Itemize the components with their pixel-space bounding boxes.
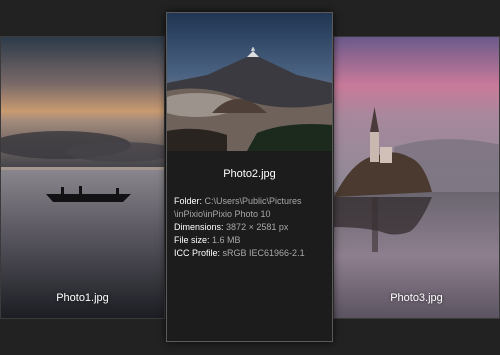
dimensions-row: Dimensions: 3872 × 2581 px [174,221,328,234]
dimensions-value: 3872 × 2581 px [226,222,289,232]
dimensions-label: Dimensions: [174,222,224,232]
photo3-filename: Photo3.jpg [390,292,443,304]
folder-label: Folder: [174,196,203,206]
photo1-filename: Photo1.jpg [56,292,109,304]
icc-profile-value: sRGB IEC61966-2.1 [222,248,305,258]
photo3-thumbnail [334,37,499,318]
photo-card-1[interactable]: Photo1.jpg [0,36,165,319]
folder-value: C:\Users\Public\Pictures [204,196,302,206]
filesize-label: File size: [174,235,210,245]
photo2-thumbnail [167,13,332,151]
photo1-thumbnail [1,37,164,318]
icc-profile-row: ICC Profile: sRGB IEC61966-2.1 [174,247,328,260]
folder-row-continued: \inPixio\inPixio Photo 10 [174,208,328,221]
photo-details-panel: Folder: C:\Users\Public\Pictures \inPixi… [174,195,328,260]
icc-profile-label: ICC Profile: [174,248,221,258]
filesize-value: 1.6 MB [212,235,241,245]
photo-browser: Photo1.jpg Photo3.jpg Photo2.jpg Folder:… [0,0,500,355]
photo-card-3[interactable]: Photo3.jpg [333,36,500,319]
photo-card-2-selected[interactable]: Photo2.jpg Folder: C:\Users\Public\Pictu… [166,12,333,342]
filesize-row: File size: 1.6 MB [174,234,328,247]
folder-row: Folder: C:\Users\Public\Pictures [174,195,328,208]
photo2-filename: Photo2.jpg [223,168,276,180]
folder-value-continued: \inPixio\inPixio Photo 10 [174,209,271,219]
